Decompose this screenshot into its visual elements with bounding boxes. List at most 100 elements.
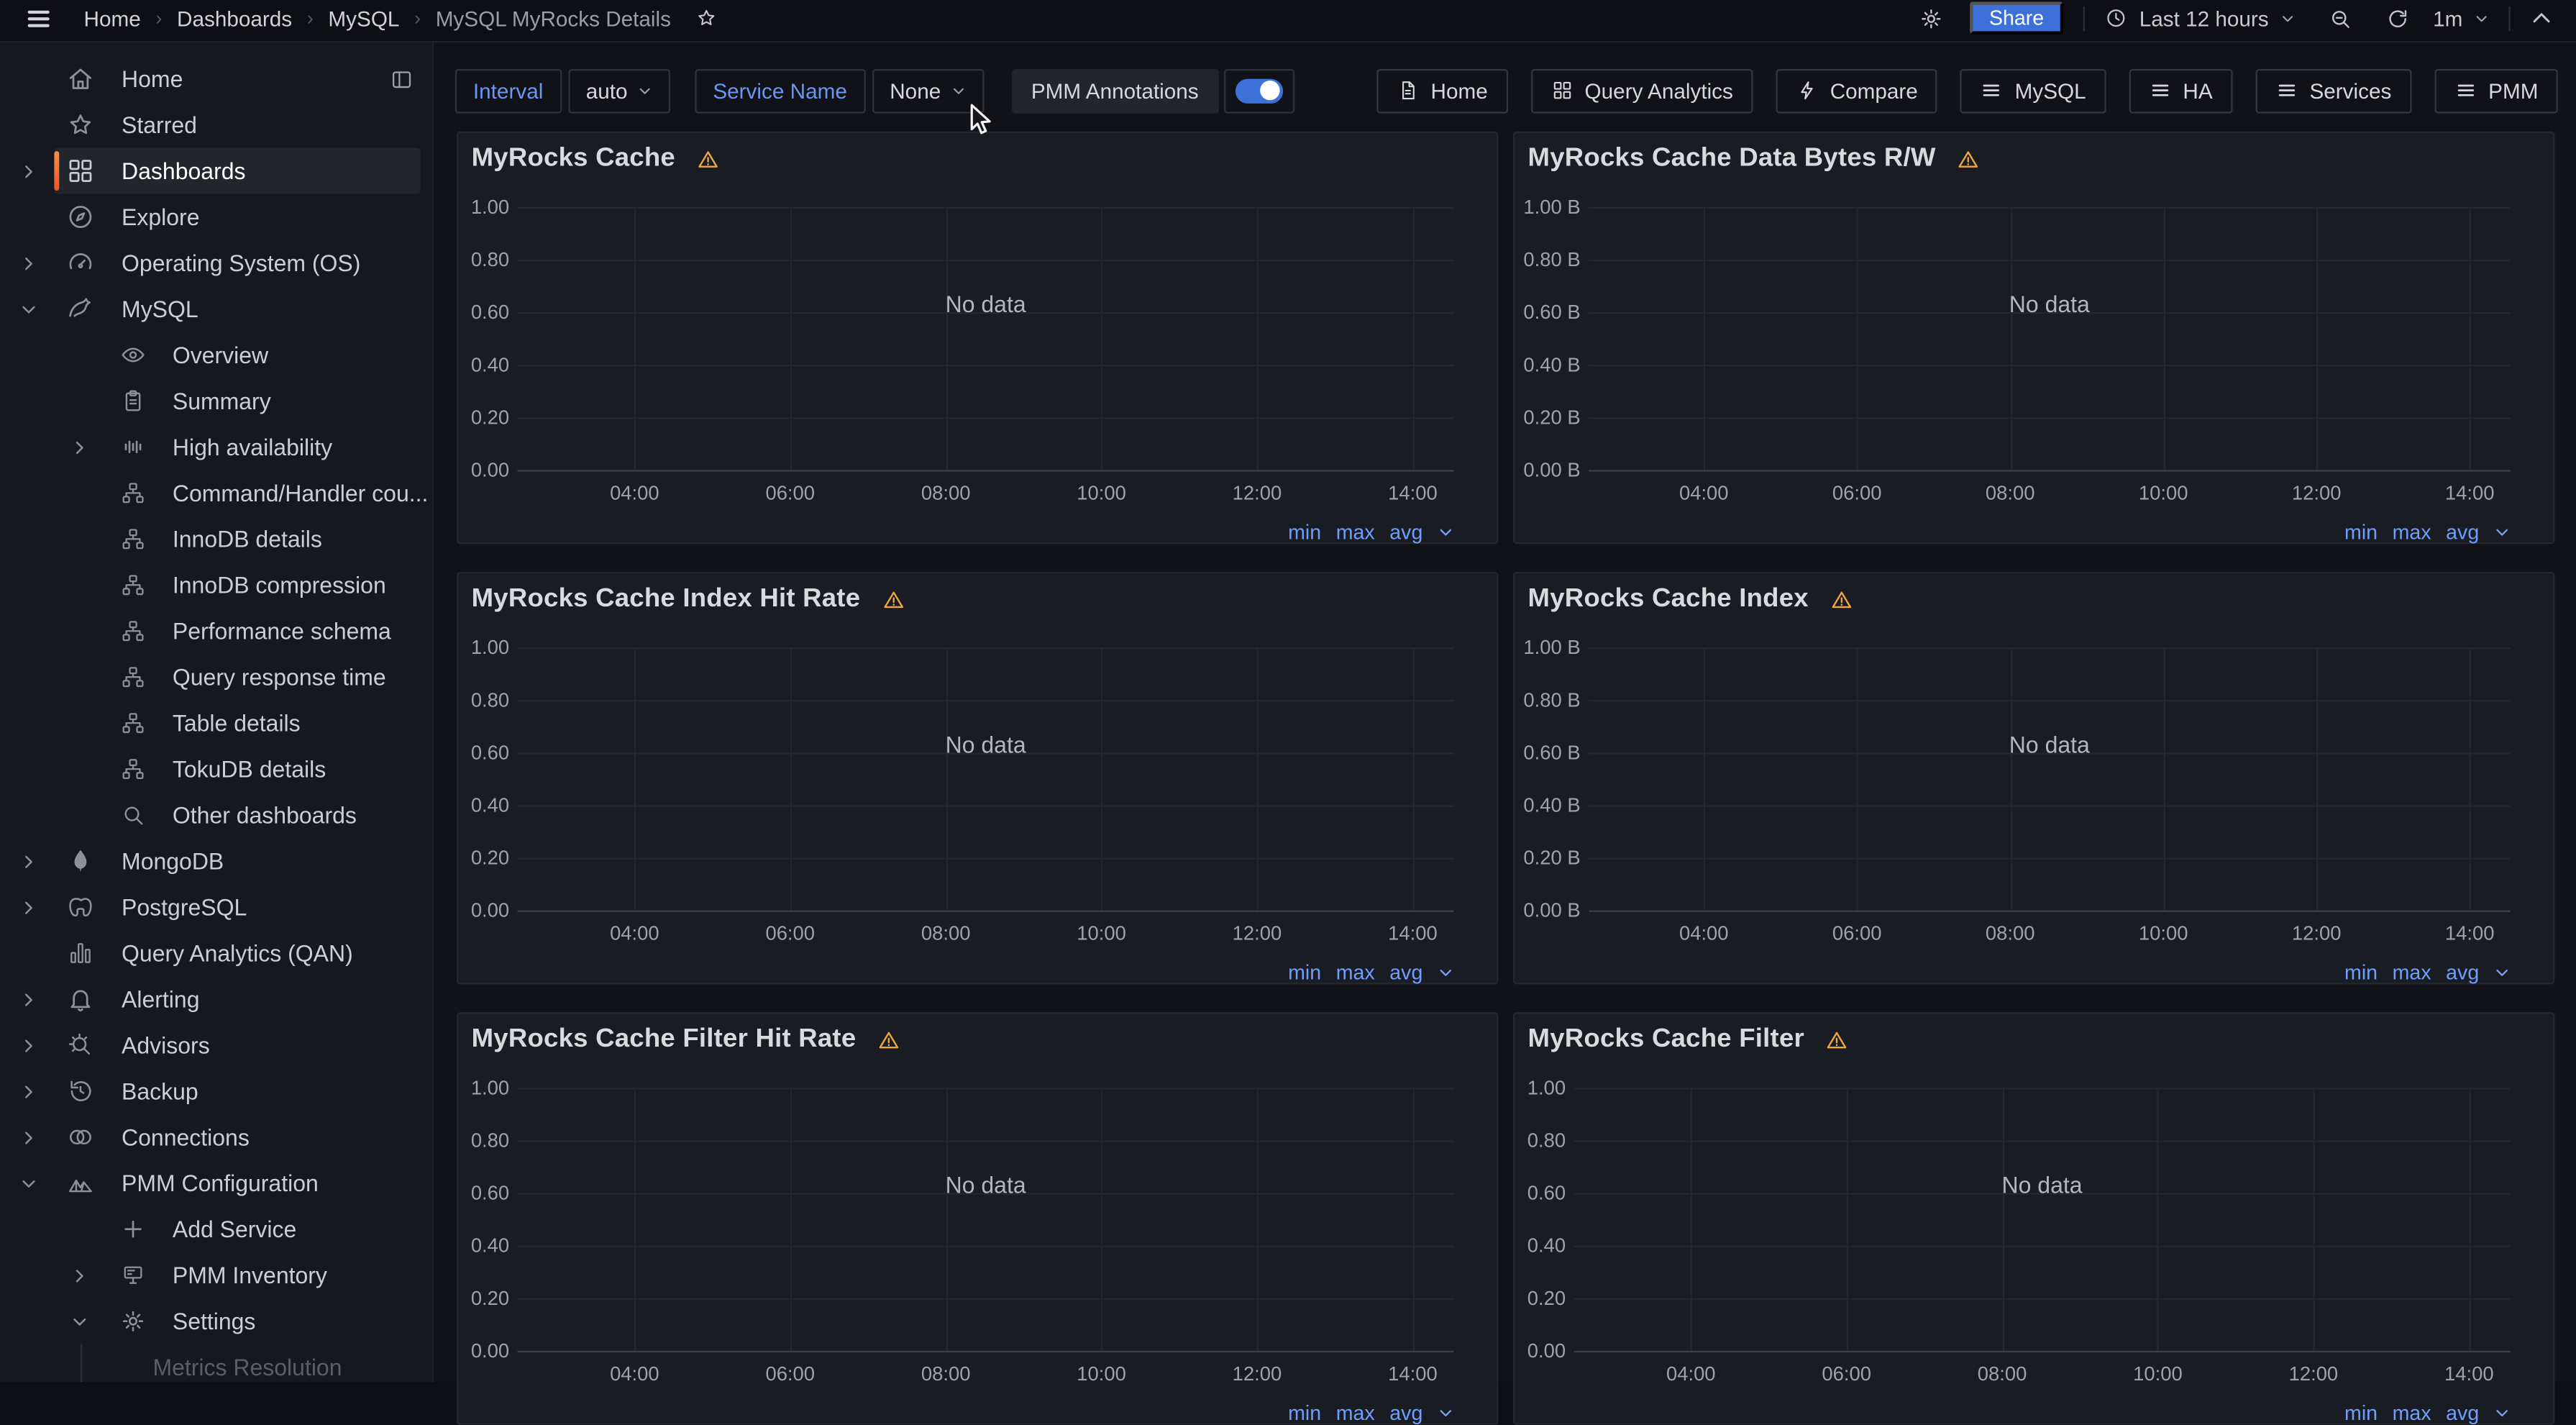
- legend-item-max[interactable]: max: [2393, 961, 2431, 984]
- legend-item-max[interactable]: max: [2393, 1402, 2431, 1425]
- legend-item-min[interactable]: min: [2344, 521, 2378, 544]
- sidebar-item-tokudb-details[interactable]: TokuDB details: [0, 746, 434, 792]
- warning-icon[interactable]: [882, 588, 905, 611]
- panel-title[interactable]: MyRocks Cache Index: [1528, 585, 1809, 614]
- breadcrumb-item-dashboards[interactable]: Dashboards: [177, 6, 292, 30]
- legend-item-max[interactable]: max: [1336, 961, 1375, 984]
- sidebar-item-pmm-configuration[interactable]: PMM Configuration: [0, 1160, 434, 1206]
- dashboard-settings-gear-icon[interactable]: [1919, 6, 1943, 30]
- chevron-right-icon[interactable]: [19, 162, 37, 180]
- sidebar-item-overview[interactable]: Overview: [0, 332, 434, 378]
- dashboard-link-mysql[interactable]: MySQL: [1960, 68, 2106, 113]
- legend-item-max[interactable]: max: [1336, 521, 1375, 544]
- chevron-down-icon[interactable]: [19, 1174, 37, 1192]
- sidebar-item-starred[interactable]: Starred: [0, 102, 434, 148]
- warning-icon[interactable]: [1957, 148, 1980, 171]
- breadcrumb-item-home[interactable]: Home: [84, 6, 141, 30]
- hamburger-menu-icon[interactable]: [24, 4, 52, 32]
- sidebar-item-connections[interactable]: Connections: [0, 1114, 434, 1160]
- panel-title[interactable]: MyRocks Cache Index Hit Rate: [472, 585, 861, 614]
- panel-title[interactable]: MyRocks Cache: [472, 145, 675, 174]
- legend-item-avg[interactable]: avg: [1389, 521, 1422, 544]
- sidebar-item-innodb-details[interactable]: InnoDB details: [0, 516, 434, 562]
- legend-item-max[interactable]: max: [1336, 1402, 1375, 1425]
- pmm-annotations-toggle[interactable]: [1223, 68, 1294, 113]
- sidebar-item-mysql[interactable]: MySQL: [0, 286, 434, 332]
- warning-icon[interactable]: [1830, 588, 1853, 611]
- legend-item-avg[interactable]: avg: [1389, 1402, 1422, 1425]
- collapse-topbar-chevron-up-icon[interactable]: [2530, 6, 2553, 29]
- legend-item-avg[interactable]: avg: [1389, 961, 1422, 984]
- warning-icon[interactable]: [1826, 1029, 1849, 1052]
- sidebar-item-query-analytics-qan[interactable]: Query Analytics (QAN): [0, 930, 434, 976]
- chevron-down-icon[interactable]: [1438, 965, 1454, 981]
- sidebar-item-high-availability[interactable]: High availability: [0, 424, 434, 470]
- chevron-right-icon[interactable]: [19, 852, 37, 870]
- chevron-down-icon[interactable]: [2494, 1405, 2511, 1421]
- sidebar-item-command-handler-cou[interactable]: Command/Handler cou...: [0, 470, 434, 516]
- sidebar-item-innodb-compression[interactable]: InnoDB compression: [0, 562, 434, 608]
- sidebar-item-table-details[interactable]: Table details: [0, 700, 434, 746]
- sidebar-item-query-response-time[interactable]: Query response time: [0, 654, 434, 700]
- legend-item-avg[interactable]: avg: [2446, 521, 2479, 544]
- chevron-right-icon[interactable]: [70, 438, 88, 456]
- zoom-out-icon[interactable]: [2328, 6, 2352, 30]
- legend-item-max[interactable]: max: [2393, 521, 2431, 544]
- legend-item-avg[interactable]: avg: [2446, 961, 2479, 984]
- sidebar-item-postgresql[interactable]: PostgreSQL: [0, 884, 434, 930]
- interval-dropdown[interactable]: auto: [568, 68, 670, 113]
- sidebar-item-alerting[interactable]: Alerting: [0, 976, 434, 1022]
- sidebar-item-pmm-inventory[interactable]: PMM Inventory: [0, 1252, 434, 1298]
- panel-title[interactable]: MyRocks Cache Filter Hit Rate: [472, 1025, 857, 1055]
- dashboard-link-compare[interactable]: Compare: [1776, 68, 1937, 113]
- chevron-right-icon[interactable]: [19, 898, 37, 916]
- sidebar-item-other-dashboards[interactable]: Other dashboards: [0, 792, 434, 838]
- sidebar-item-explore[interactable]: Explore: [0, 194, 434, 240]
- legend-item-min[interactable]: min: [2344, 961, 2378, 984]
- chevron-right-icon[interactable]: [19, 1082, 37, 1100]
- chevron-down-icon[interactable]: [70, 1312, 88, 1330]
- chevron-right-icon[interactable]: [19, 990, 37, 1008]
- legend-item-min[interactable]: min: [1288, 961, 1321, 984]
- share-button[interactable]: Share: [1970, 1, 2064, 35]
- legend-item-min[interactable]: min: [1288, 1402, 1321, 1425]
- sidebar-item-advisors[interactable]: Advisors: [0, 1022, 434, 1068]
- panel-title[interactable]: MyRocks Cache Data Bytes R/W: [1528, 145, 1936, 174]
- service-name-dropdown[interactable]: None: [872, 68, 984, 113]
- chevron-down-icon[interactable]: [1438, 524, 1454, 541]
- sidebar-item-operating-system-os[interactable]: Operating System (OS): [0, 240, 434, 286]
- warning-icon[interactable]: [697, 148, 720, 171]
- legend-item-min[interactable]: min: [2344, 1402, 2378, 1425]
- dashboard-link-home[interactable]: Home: [1376, 68, 1507, 113]
- sidebar-item-dashboards[interactable]: Dashboards: [0, 148, 434, 194]
- legend-item-min[interactable]: min: [1288, 521, 1321, 544]
- sidebar-item-summary[interactable]: Summary: [0, 378, 434, 424]
- chevron-down-icon[interactable]: [2494, 524, 2511, 541]
- sidebar-item-backup[interactable]: Backup: [0, 1068, 434, 1114]
- chevron-right-icon[interactable]: [19, 254, 37, 272]
- sidebar-item-performance-schema[interactable]: Performance schema: [0, 608, 434, 654]
- dock-panel-icon[interactable]: [389, 67, 414, 91]
- dashboard-link-pmm[interactable]: PMM: [2434, 68, 2558, 113]
- warning-icon[interactable]: [877, 1029, 900, 1052]
- chevron-down-icon[interactable]: [2494, 965, 2511, 981]
- chevron-right-icon[interactable]: [19, 1036, 37, 1054]
- sidebar-item-mongodb[interactable]: MongoDB: [0, 838, 434, 884]
- panel-title[interactable]: MyRocks Cache Filter: [1528, 1025, 1804, 1055]
- chevron-right-icon[interactable]: [70, 1266, 88, 1284]
- sidebar-item-add-service[interactable]: Add Service: [0, 1206, 434, 1252]
- dashboard-link-ha[interactable]: HA: [2129, 68, 2232, 113]
- toggle-switch-on[interactable]: [1235, 78, 1282, 103]
- sidebar-item-home[interactable]: Home: [0, 56, 434, 102]
- dashboard-link-services[interactable]: Services: [2255, 68, 2411, 113]
- dashboard-link-query-analytics[interactable]: Query Analytics: [1530, 68, 1753, 113]
- sidebar-item-settings[interactable]: Settings: [0, 1298, 434, 1344]
- sidebar-item-metrics-resolution[interactable]: Metrics Resolution: [0, 1344, 434, 1382]
- refresh-interval-picker[interactable]: 1m: [2433, 6, 2489, 30]
- chevron-down-icon[interactable]: [1438, 1405, 1454, 1421]
- refresh-icon[interactable]: [2385, 6, 2410, 30]
- time-range-picker[interactable]: Last 12 hours: [2105, 6, 2295, 30]
- favorite-star-icon[interactable]: [695, 6, 718, 29]
- legend-item-avg[interactable]: avg: [2446, 1402, 2479, 1425]
- breadcrumb-item-mysql[interactable]: MySQL: [328, 6, 399, 30]
